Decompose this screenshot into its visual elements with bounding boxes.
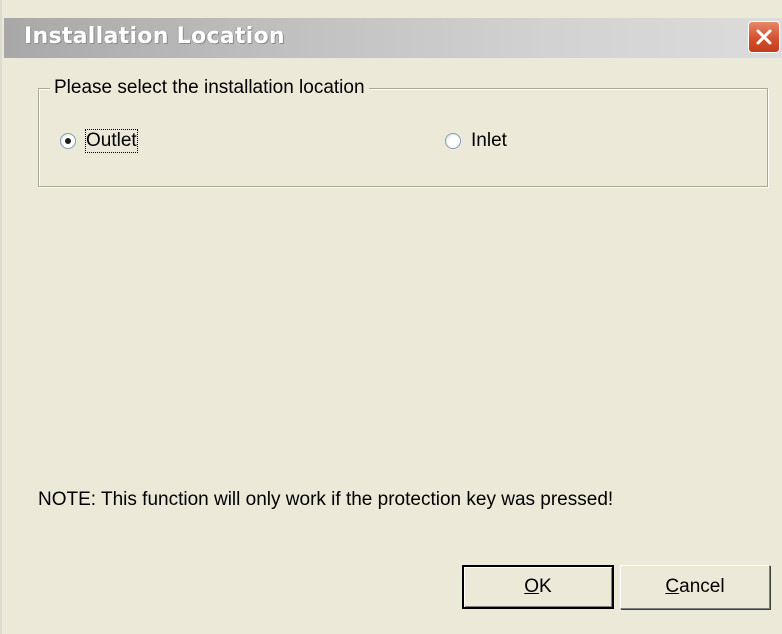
radio-outlet-label[interactable]: Outlet [85,129,138,153]
radio-inlet[interactable]: Inlet [445,130,507,152]
window-title: Installation Location [24,24,285,49]
radio-inlet-label[interactable]: Inlet [471,130,507,152]
close-x-icon [756,29,772,45]
radio-selected-dot [65,138,71,144]
cancel-label-rest: ancel [679,576,725,597]
installation-location-groupbox [38,88,768,187]
note-text: NOTE: This function will only work if th… [38,489,614,510]
ok-button[interactable]: OK [462,565,614,609]
ok-mnemonic: O [524,576,540,597]
cancel-mnemonic: C [665,576,680,597]
close-button[interactable] [748,21,780,53]
groupbox-legend: Please select the installation location [50,77,369,99]
title-bar[interactable]: Installation Location [4,18,782,58]
radio-inlet-circle[interactable] [445,133,461,149]
ok-label-rest: K [539,576,552,597]
cancel-button[interactable]: Cancel [620,565,770,609]
radio-outlet-circle[interactable] [60,133,76,149]
dialog-window: Installation Location Please select the … [0,0,782,634]
radio-outlet[interactable]: Outlet [60,129,138,153]
